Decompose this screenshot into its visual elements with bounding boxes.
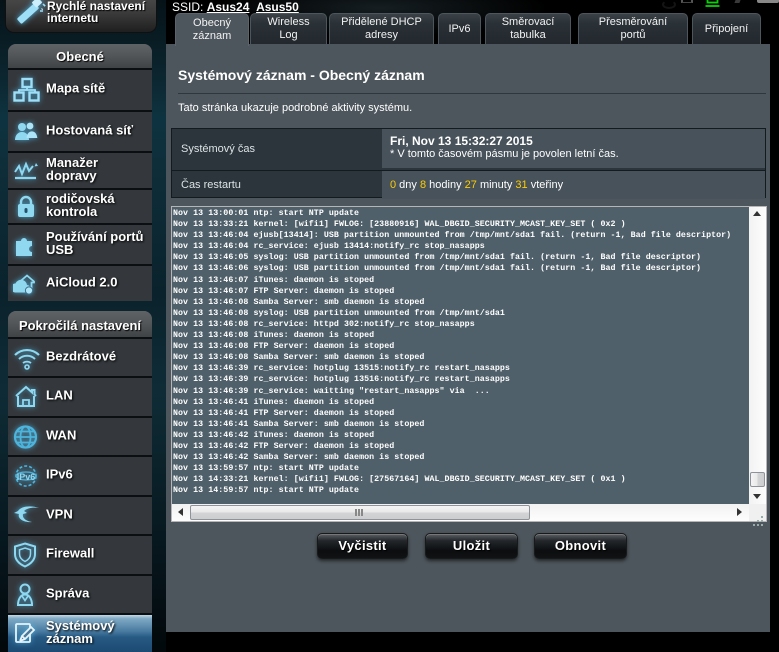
svg-text:IPv6: IPv6 xyxy=(17,472,36,482)
